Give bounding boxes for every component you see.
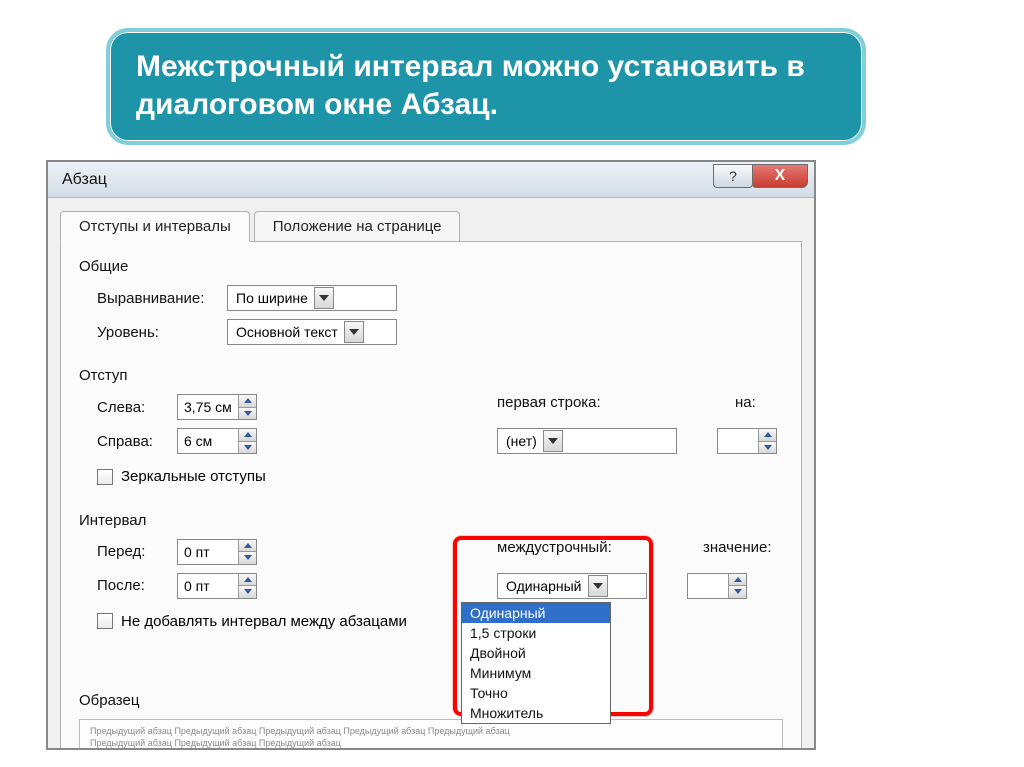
- help-button[interactable]: ?: [713, 164, 753, 188]
- option-exactly[interactable]: Точно: [462, 683, 610, 703]
- indent-left-spinner[interactable]: 3,75 см: [177, 394, 257, 420]
- indent-left-label: Слева:: [97, 399, 177, 416]
- chevron-down-icon: [344, 321, 364, 343]
- spin-down-icon[interactable]: [239, 442, 256, 454]
- outline-label: Уровень:: [97, 324, 227, 341]
- after-label: После:: [97, 577, 177, 594]
- before-value: 0 пт: [178, 540, 238, 564]
- spin-down-icon[interactable]: [239, 552, 256, 564]
- line-spacing-value: Одинарный: [506, 578, 582, 594]
- after-value: 0 пт: [178, 574, 238, 598]
- spin-up-icon[interactable]: [729, 574, 746, 587]
- alignment-value: По ширине: [236, 290, 308, 306]
- sample-gray-2: Предыдущий абзац Предыдущий абзац Предыд…: [90, 738, 341, 748]
- indent-right-label: Справа:: [97, 433, 177, 450]
- tab-position-label: Положение на странице: [273, 218, 442, 235]
- indent-right-value: 6 см: [178, 429, 238, 453]
- spin-up-icon[interactable]: [239, 395, 256, 408]
- option-single[interactable]: Одинарный: [462, 603, 610, 623]
- chevron-down-icon: [314, 287, 334, 309]
- close-button[interactable]: X: [752, 164, 808, 188]
- before-label: Перед:: [97, 543, 177, 560]
- spin-down-icon[interactable]: [729, 586, 746, 598]
- after-spinner[interactable]: 0 пт: [177, 573, 257, 599]
- option-multiple[interactable]: Множитель: [462, 703, 610, 723]
- dialog-title: Абзац: [62, 171, 107, 189]
- first-line-label: первая строка:: [497, 394, 637, 411]
- option-at-least[interactable]: Минимум: [462, 663, 610, 683]
- help-icon: ?: [729, 168, 737, 184]
- spin-up-icon[interactable]: [239, 574, 256, 587]
- no-space-label: Не добавлять интервал между абзацами: [121, 613, 407, 630]
- spin-down-icon[interactable]: [759, 442, 776, 454]
- tab-indents-label: Отступы и интервалы: [79, 218, 231, 235]
- indent-left-value: 3,75 см: [178, 395, 238, 419]
- section-indent: Отступ: [79, 367, 783, 384]
- indent-right-spinner[interactable]: 6 см: [177, 428, 257, 454]
- slide-callout: Межстрочный интервал можно установить в …: [106, 28, 866, 145]
- section-general: Общие: [79, 258, 783, 275]
- before-spinner[interactable]: 0 пт: [177, 539, 257, 565]
- outline-value: Основной текст: [236, 324, 338, 340]
- option-1-5[interactable]: 1,5 строки: [462, 623, 610, 643]
- spin-down-icon[interactable]: [239, 586, 256, 598]
- tab-page-position[interactable]: Положение на странице: [254, 211, 461, 242]
- spin-up-icon[interactable]: [759, 429, 776, 442]
- chevron-down-icon: [543, 430, 563, 452]
- checkbox-icon: [97, 613, 113, 629]
- spin-down-icon[interactable]: [239, 408, 256, 420]
- tab-panel-indents: Общие Выравнивание: По ширине Уровень: О…: [60, 242, 802, 750]
- outline-combo[interactable]: Основной текст: [227, 319, 397, 345]
- line-spacing-combo[interactable]: Одинарный: [497, 573, 647, 599]
- no-space-checkbox[interactable]: Не добавлять интервал между абзацами: [97, 613, 407, 630]
- mirror-indents-label: Зеркальные отступы: [121, 468, 266, 485]
- checkbox-icon: [97, 469, 113, 485]
- sample-gray-1: Предыдущий абзац Предыдущий абзац Предыд…: [90, 726, 510, 736]
- alignment-combo[interactable]: По ширине: [227, 285, 397, 311]
- line-spacing-label: междустрочный:: [497, 539, 647, 556]
- at-spinner[interactable]: [687, 573, 747, 599]
- indent-by-value: [718, 429, 758, 453]
- at-label: значение:: [703, 539, 793, 556]
- chevron-down-icon: [588, 575, 608, 597]
- option-double[interactable]: Двойной: [462, 643, 610, 663]
- section-spacing: Интервал: [79, 512, 783, 529]
- first-line-value: (нет): [506, 433, 537, 449]
- at-value: [688, 574, 728, 598]
- line-spacing-dropdown[interactable]: Одинарный 1,5 строки Двойной Минимум Точ…: [461, 602, 611, 724]
- indent-by-label: на:: [735, 394, 785, 411]
- alignment-label: Выравнивание:: [97, 290, 227, 307]
- indent-by-spinner[interactable]: [717, 428, 777, 454]
- mirror-indents-checkbox[interactable]: Зеркальные отступы: [97, 468, 266, 485]
- callout-text: Межстрочный интервал можно установить в …: [136, 50, 805, 121]
- sample-preview: Предыдущий абзац Предыдущий абзац Предыд…: [79, 719, 783, 750]
- tab-strip: Отступы и интервалы Положение на страниц…: [60, 210, 802, 242]
- first-line-combo[interactable]: (нет): [497, 428, 677, 454]
- spin-up-icon[interactable]: [239, 429, 256, 442]
- close-icon: X: [775, 167, 786, 185]
- spin-up-icon[interactable]: [239, 540, 256, 553]
- section-sample: Образец: [79, 692, 783, 709]
- title-bar: Абзац ? X: [48, 162, 814, 198]
- paragraph-dialog: Абзац ? X Отступы и интервалы Положение …: [46, 160, 816, 750]
- tab-indents[interactable]: Отступы и интервалы: [60, 211, 250, 242]
